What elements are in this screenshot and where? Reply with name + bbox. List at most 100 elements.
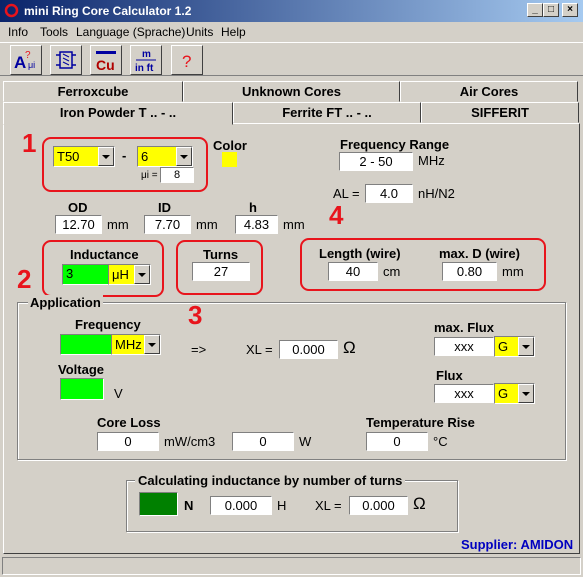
metric-inch-icon: m in ft bbox=[135, 49, 156, 74]
frequency-range-field: 2 - 50 bbox=[339, 152, 413, 171]
wire-maxd-unit: mm bbox=[502, 264, 524, 279]
core-loss-unit: mW/cm3 bbox=[164, 434, 216, 449]
inductance-unit-select[interactable]: μH bbox=[108, 264, 151, 285]
app-voltage-input[interactable] bbox=[60, 378, 104, 400]
help-button[interactable]: ? bbox=[171, 45, 203, 75]
al-label: AL = bbox=[333, 186, 360, 201]
inductance-value: 3 bbox=[66, 266, 74, 281]
app-voltage-unit: V bbox=[114, 386, 123, 401]
coil-button[interactable] bbox=[50, 45, 82, 75]
status-bar bbox=[2, 557, 581, 575]
core-loss-w-field: 0 bbox=[232, 432, 294, 451]
od-field: 12.70 bbox=[55, 215, 102, 234]
close-button[interactable]: × bbox=[562, 3, 578, 17]
turns-label: Turns bbox=[203, 247, 239, 262]
core-loss-w-unit: W bbox=[299, 434, 312, 449]
marker-2: 2 bbox=[17, 264, 32, 294]
app-xl-label: XL = bbox=[246, 342, 273, 357]
app-frequency-unit-value: MHz bbox=[115, 337, 142, 352]
menu-language[interactable]: Language (Sprache) bbox=[76, 25, 185, 39]
copper-button[interactable]: Cu bbox=[90, 45, 122, 75]
max-flux-unit-select[interactable]: G bbox=[494, 336, 535, 357]
tab-iron-powder[interactable]: Iron Powder T .. - .. bbox=[3, 102, 233, 125]
chevron-down-icon[interactable] bbox=[98, 147, 114, 166]
core-loss-label: Core Loss bbox=[97, 415, 161, 430]
calc-xl-label: XL = bbox=[315, 498, 342, 513]
calc-h-field: 0.000 bbox=[210, 496, 272, 515]
app-ring-icon bbox=[4, 3, 19, 18]
chevron-down-icon[interactable] bbox=[144, 335, 160, 354]
al-field: 4.0 bbox=[365, 184, 413, 203]
wire-maxd-label: max. D (wire) bbox=[439, 246, 520, 261]
frequency-range-unit: MHz bbox=[418, 153, 445, 168]
inductance-calc-icon: A ? μi bbox=[14, 50, 35, 72]
svg-text:in ft: in ft bbox=[135, 63, 154, 74]
minimize-button[interactable]: _ bbox=[527, 3, 543, 17]
copper-icon: Cu bbox=[96, 51, 116, 73]
calc-h-unit: H bbox=[277, 498, 287, 513]
mui-field: 8 bbox=[160, 167, 194, 183]
application-title: Application bbox=[28, 295, 103, 310]
mui-label: μi = bbox=[141, 170, 158, 181]
menu-units[interactable]: Units bbox=[186, 25, 213, 39]
core-material-select[interactable]: 6 bbox=[137, 146, 193, 167]
marker-1: 1 bbox=[22, 128, 37, 158]
calc-turns-input[interactable] bbox=[139, 492, 178, 516]
help-icon: ? bbox=[182, 52, 191, 71]
max-flux-field: xxx bbox=[434, 337, 494, 356]
chevron-down-icon[interactable] bbox=[176, 147, 192, 166]
frequency-range-label: Frequency Range bbox=[340, 137, 450, 152]
svg-text:?: ? bbox=[182, 52, 191, 71]
inductance-calc-button[interactable]: A ? μi bbox=[10, 45, 42, 75]
calc-title: Calculating inductance by number of turn… bbox=[135, 473, 406, 488]
max-flux-unit-value: G bbox=[498, 339, 509, 354]
wire-length-unit: cm bbox=[383, 264, 401, 279]
dash-separator: - bbox=[122, 148, 127, 163]
flux-unit-select[interactable]: G bbox=[494, 383, 535, 404]
chevron-down-icon[interactable] bbox=[518, 337, 534, 356]
tab-ferroxcube[interactable]: Ferroxcube bbox=[3, 81, 183, 102]
ohm-icon: Ω bbox=[413, 494, 426, 513]
h-field: 4.83 bbox=[235, 215, 278, 234]
tab-ferrite-ft[interactable]: Ferrite FT .. - .. bbox=[233, 102, 421, 123]
inductance-input[interactable]: 3 bbox=[62, 264, 109, 285]
temp-rise-unit: °C bbox=[433, 434, 448, 449]
menu-tools[interactable]: Tools bbox=[40, 25, 68, 39]
id-field: 7.70 bbox=[144, 215, 191, 234]
id-unit: mm bbox=[196, 217, 218, 232]
menu-help[interactable]: Help bbox=[221, 25, 246, 39]
temp-rise-field: 0 bbox=[366, 432, 428, 451]
core-color-swatch bbox=[222, 152, 237, 167]
id-label: ID bbox=[158, 200, 171, 215]
wire-maxd-field: 0.80 bbox=[442, 262, 497, 281]
max-flux-label: max. Flux bbox=[434, 320, 494, 335]
metric-inch-button[interactable]: m in ft bbox=[130, 45, 162, 75]
chevron-down-icon[interactable] bbox=[518, 384, 534, 403]
core-size-value: T50 bbox=[57, 149, 80, 164]
tab-air-cores[interactable]: Air Cores bbox=[400, 81, 578, 102]
core-size-select[interactable]: T50 bbox=[53, 146, 115, 167]
al-unit: nH/N2 bbox=[418, 186, 455, 201]
app-xl-field: 0.000 bbox=[279, 340, 338, 359]
tab-sifferit[interactable]: SIFFERIT bbox=[421, 102, 579, 123]
svg-text:μi: μi bbox=[28, 60, 35, 70]
calc-xl-field: 0.000 bbox=[349, 496, 408, 515]
h-label: h bbox=[249, 200, 257, 215]
flux-field: xxx bbox=[434, 384, 494, 403]
maximize-button[interactable]: □ bbox=[543, 3, 559, 17]
h-unit: mm bbox=[283, 217, 305, 232]
temp-rise-label: Temperature Rise bbox=[366, 415, 475, 430]
inductance-unit-value: μH bbox=[112, 267, 129, 282]
arrow-label: => bbox=[191, 342, 207, 357]
tab-unknown-cores[interactable]: Unknown Cores bbox=[183, 81, 400, 102]
app-voltage-label: Voltage bbox=[58, 362, 104, 377]
wire-length-field: 40 bbox=[328, 262, 378, 281]
app-frequency-unit-select[interactable]: MHz bbox=[111, 334, 161, 355]
chevron-down-icon[interactable] bbox=[134, 265, 150, 284]
menu-info[interactable]: Info bbox=[8, 25, 28, 39]
core-loss-field: 0 bbox=[97, 432, 159, 451]
color-label: Color bbox=[213, 138, 247, 153]
flux-label: Flux bbox=[436, 368, 463, 383]
inductance-label: Inductance bbox=[70, 247, 139, 262]
app-frequency-input[interactable] bbox=[60, 334, 112, 355]
